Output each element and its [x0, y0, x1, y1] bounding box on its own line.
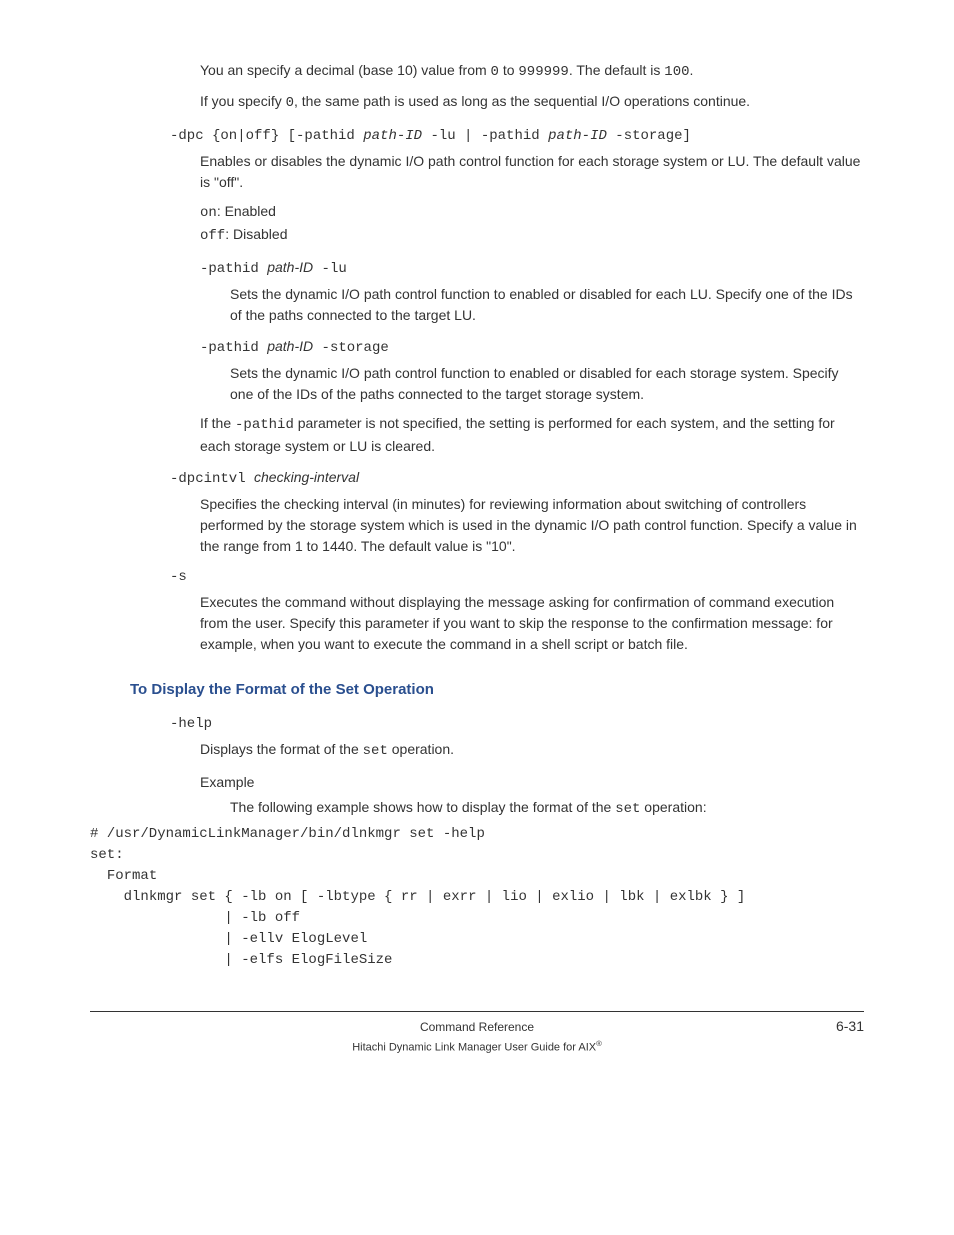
param-pathid-lu-signature: -pathid path-ID -lu: [200, 257, 864, 280]
code-0: 0: [491, 64, 499, 80]
text: , the same path is used as long as the s…: [294, 93, 750, 109]
var-checking-interval: checking-interval: [254, 469, 359, 485]
para-dpcintvl-desc: Specifies the checking interval (in minu…: [200, 494, 864, 557]
code-dpc: -dpc {on|off} [-pathid: [170, 128, 363, 144]
code-dpcintvl: -dpcintvl: [170, 471, 254, 487]
para-specify-zero: If you specify 0, the same path is used …: [200, 91, 864, 114]
para-dpc-on: on: Enabled: [200, 201, 864, 224]
code-set: set: [363, 743, 388, 759]
text: .: [690, 62, 694, 78]
code-pathid: -pathid: [200, 261, 267, 277]
var-pathid: path-ID: [267, 338, 313, 354]
para-pathid-storage-desc: Sets the dynamic I/O path control functi…: [230, 363, 864, 405]
para-example-desc: The following example shows how to displ…: [230, 797, 864, 820]
example-label: Example: [200, 772, 864, 793]
param-dpcintvl-signature: -dpcintvl checking-interval: [170, 467, 864, 490]
text: operation.: [388, 741, 454, 757]
para-dpc-note: If the -pathid parameter is not specifie…: [200, 413, 864, 457]
para-dpc-off: off: Disabled: [200, 224, 864, 247]
footer-title: Hitachi Dynamic Link Manager User Guide …: [90, 1038, 864, 1056]
code-pathid: -pathid: [235, 417, 294, 433]
code-lu: -lu: [313, 261, 347, 277]
text: to: [499, 62, 518, 78]
param-s-signature: -s: [170, 567, 864, 588]
text: Hitachi Dynamic Link Manager User Guide …: [352, 1041, 596, 1053]
code-on: on: [200, 205, 217, 221]
code-0: 0: [286, 95, 294, 111]
var-pathid: path-ID: [267, 259, 313, 275]
para-pathid-lu-desc: Sets the dynamic I/O path control functi…: [230, 284, 864, 326]
heading-display-format: To Display the Format of the Set Operati…: [130, 679, 864, 702]
page-footer: Command Reference 6-31 Hitachi Dynamic L…: [90, 1011, 864, 1056]
code-storage: -storage: [313, 340, 389, 356]
param-dpc-signature: -dpc {on|off} [-pathid path-ID -lu | -pa…: [170, 124, 864, 147]
text: Displays the format of the: [200, 741, 363, 757]
text: . The default is: [569, 62, 664, 78]
text: You an specify a decimal (base 10) value…: [200, 62, 491, 78]
code-set: set: [615, 801, 640, 817]
code-100: 100: [664, 64, 689, 80]
para-dpc-desc: Enables or disables the dynamic I/O path…: [200, 151, 864, 193]
code-pathid-var: path-ID: [363, 128, 422, 144]
param-help-signature: -help: [170, 714, 864, 735]
example-code-block: # /usr/DynamicLinkManager/bin/dlnkmgr se…: [90, 824, 864, 971]
code-pathid-var: path-ID: [548, 128, 607, 144]
code-off: off: [200, 228, 225, 244]
code-storage: -storage]: [607, 128, 691, 144]
para-s-desc: Executes the command without displaying …: [200, 592, 864, 655]
code-pathid: -pathid: [200, 340, 267, 356]
text: The following example shows how to displ…: [230, 799, 615, 815]
footer-section: Command Reference: [420, 1018, 534, 1036]
text: If the: [200, 415, 235, 431]
text: : Enabled: [217, 203, 276, 219]
text: parameter is not specified, the setting …: [200, 415, 835, 454]
text: If you specify: [200, 93, 286, 109]
text: operation:: [640, 799, 706, 815]
code-999999: 999999: [518, 64, 568, 80]
footer-pagenum: 6-31: [836, 1016, 864, 1037]
registered-icon: ®: [596, 1039, 602, 1048]
code-lu: -lu | -pathid: [422, 128, 548, 144]
para-decimal-range: You an specify a decimal (base 10) value…: [200, 60, 864, 83]
param-pathid-storage-signature: -pathid path-ID -storage: [200, 336, 864, 359]
text: : Disabled: [225, 226, 287, 242]
para-help-desc: Displays the format of the set operation…: [200, 739, 864, 762]
